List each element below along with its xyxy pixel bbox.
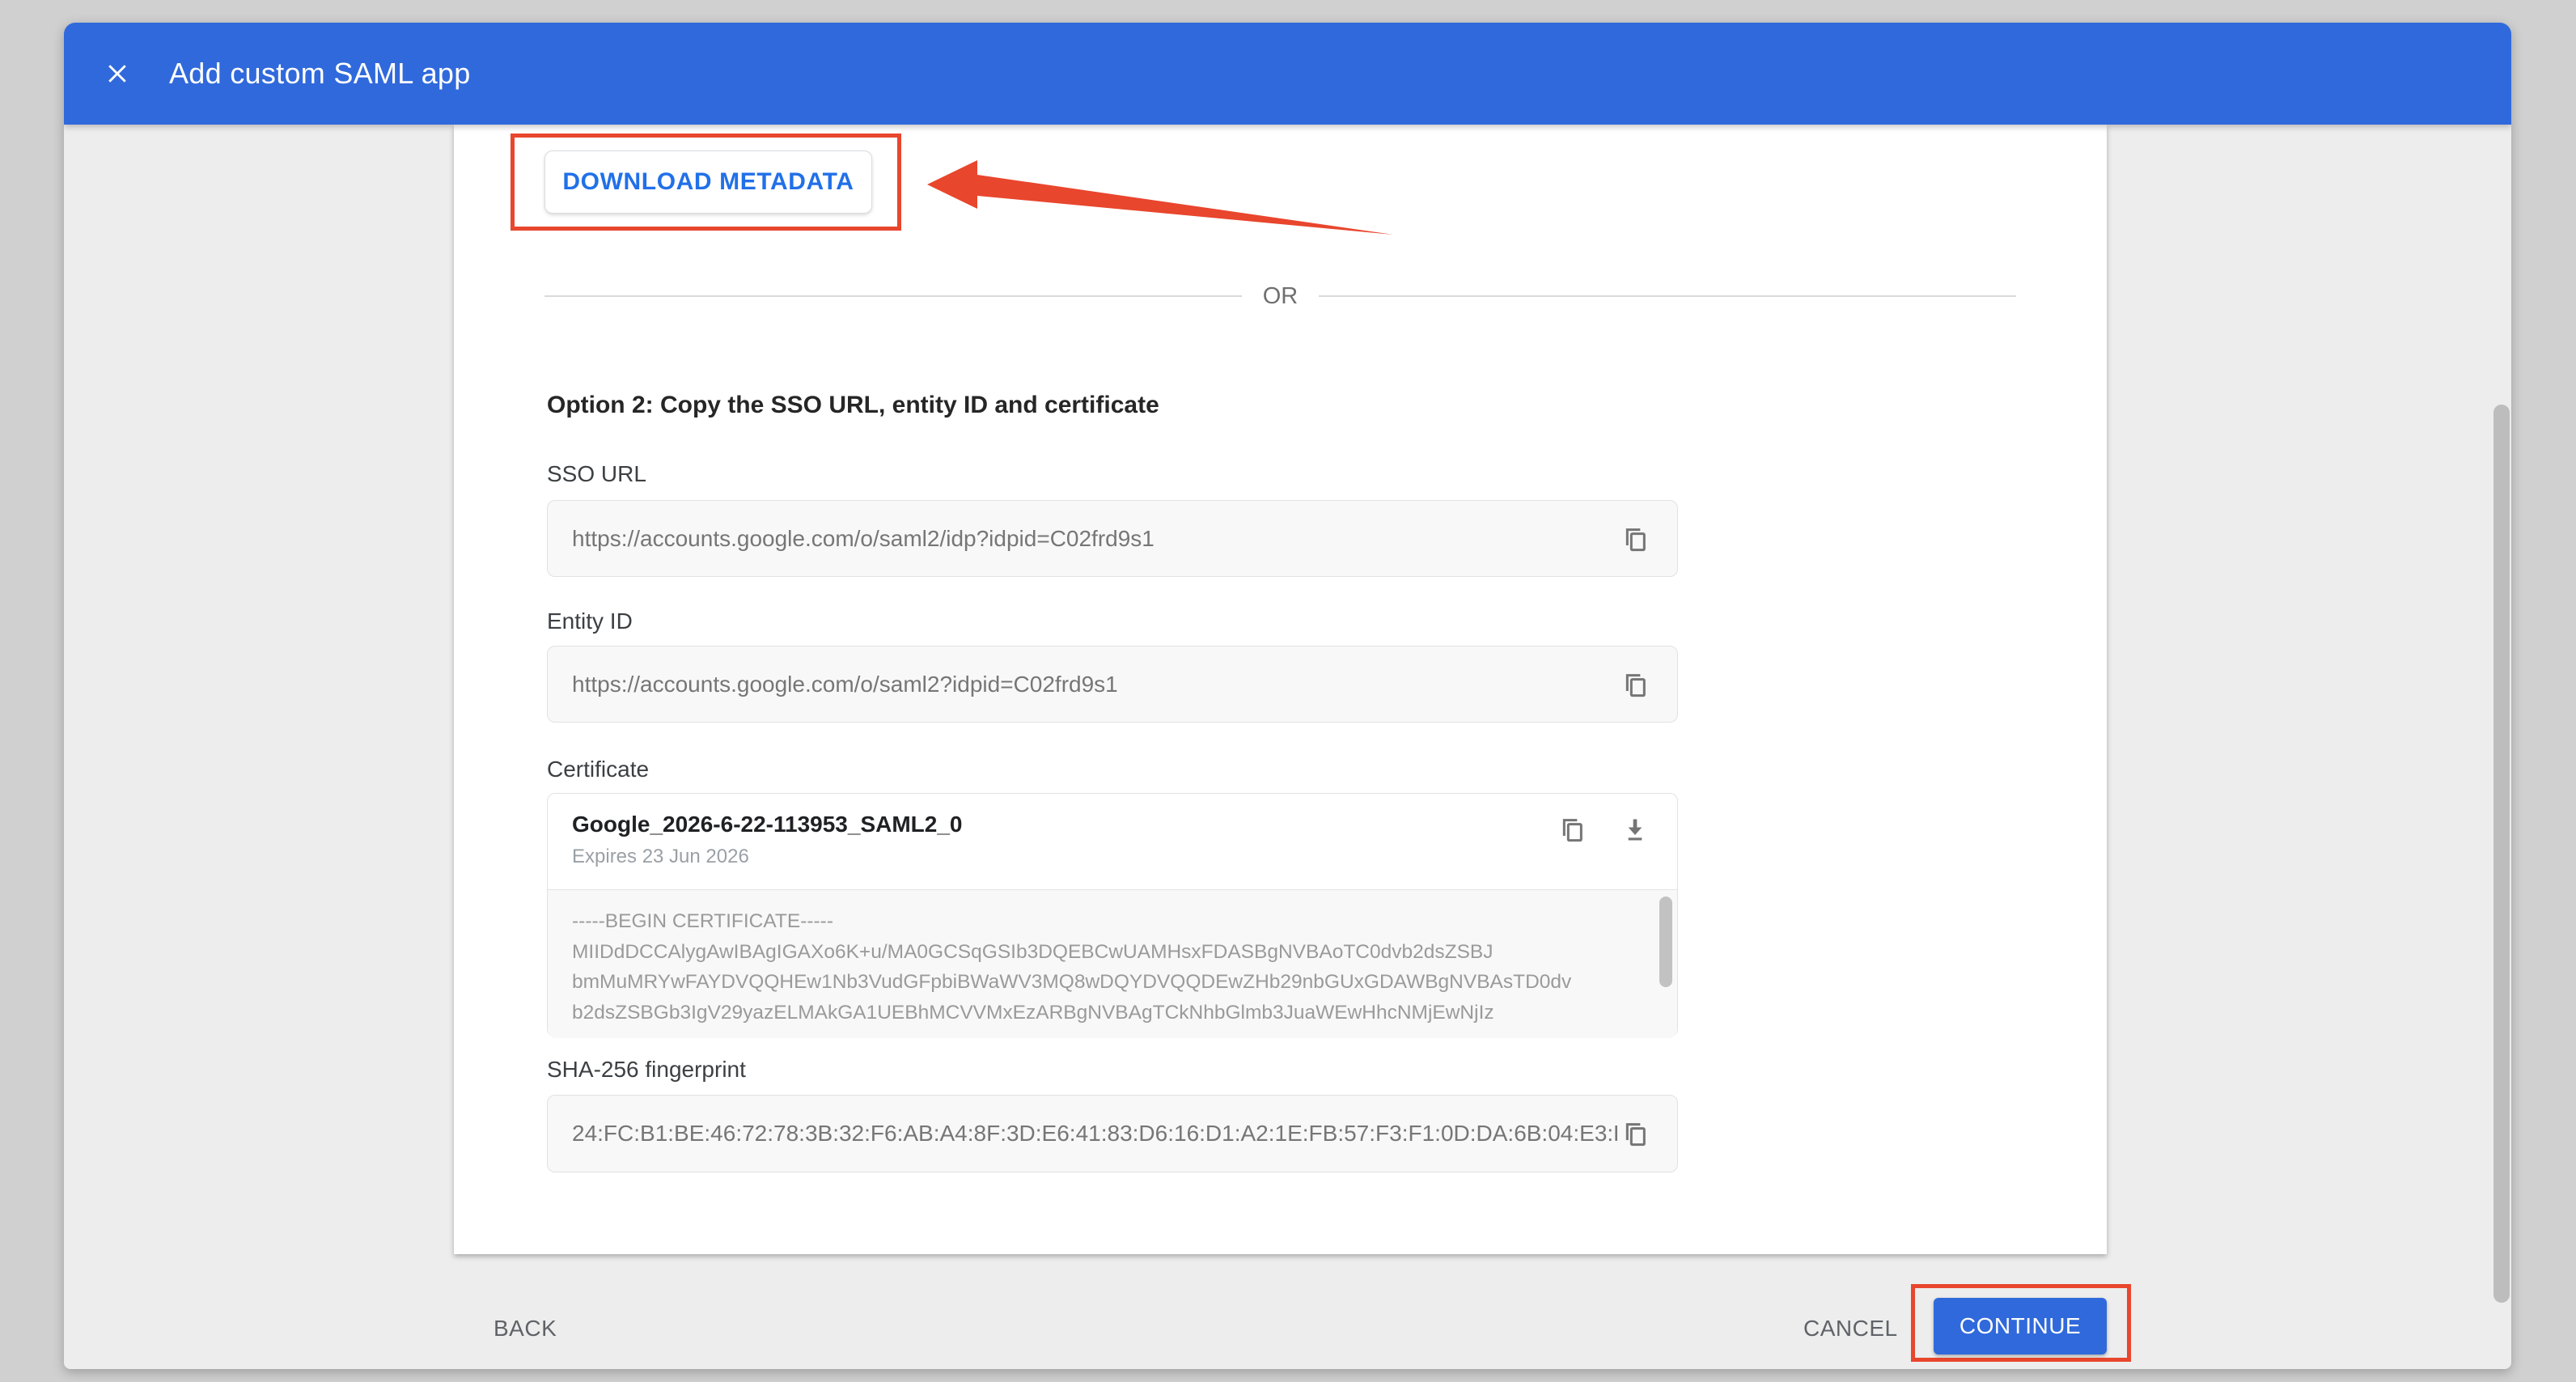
entity-id-copy-button[interactable] [1617, 667, 1653, 702]
sha256-field: 24:FC:B1:BE:46:72:78:3B:32:F6:AB:A4:8F:3… [547, 1095, 1678, 1172]
copy-icon [1619, 1117, 1651, 1150]
dialog-scrollbar[interactable] [2493, 405, 2510, 1303]
divider-line [1319, 295, 2016, 297]
certificate-label: Certificate [547, 757, 649, 782]
certificate-line: -----BEGIN CERTIFICATE----- [572, 906, 1629, 937]
sha256-label: SHA-256 fingerprint [547, 1057, 746, 1083]
content-card: DOWNLOAD METADATA OR Option 2: Copy the … [454, 125, 2107, 1254]
certificate-copy-button[interactable] [1554, 813, 1590, 849]
copy-icon [1619, 523, 1651, 555]
or-label: OR [1242, 283, 1320, 310]
copy-icon [1619, 668, 1651, 701]
option2-heading: Option 2: Copy the SSO URL, entity ID an… [547, 392, 1159, 419]
certificate-expiry: Expires 23 Jun 2026 [572, 846, 963, 868]
certificate-line: b2dsZSBGb3IgV29yazELMAkGA1UEBhMCVVMxEzAR… [572, 998, 1629, 1028]
download-metadata-button[interactable]: DOWNLOAD METADATA [544, 150, 872, 214]
back-button[interactable]: BACK [494, 1312, 557, 1345]
close-button[interactable] [93, 49, 142, 98]
certificate-actions [1554, 812, 1653, 889]
dialog-title: Add custom SAML app [169, 57, 471, 91]
sso-url-value: https://accounts.google.com/o/saml2/idp?… [572, 526, 1155, 552]
sso-url-label: SSO URL [547, 461, 646, 487]
annotation-arrow-icon [891, 157, 1409, 254]
copy-icon [1556, 813, 1588, 846]
continue-button[interactable]: CONTINUE [1934, 1298, 2107, 1354]
sha256-value: 24:FC:B1:BE:46:72:78:3B:32:F6:AB:A4:8F:3… [572, 1121, 1617, 1147]
certificate-titles: Google_2026-6-22-113953_SAML2_0 Expires … [572, 812, 963, 889]
sso-url-copy-button[interactable] [1617, 521, 1653, 557]
sso-url-field: https://accounts.google.com/o/saml2/idp?… [547, 500, 1678, 577]
certificate-card: Google_2026-6-22-113953_SAML2_0 Expires … [547, 793, 1678, 1037]
certificate-line: bmMuMRYwFAYDVQQHEw1Nb3VudGFpbiBWaWV3MQ8w… [572, 967, 1629, 998]
certificate-download-button[interactable] [1617, 813, 1653, 849]
dialog-header: Add custom SAML app [64, 23, 2511, 125]
cancel-button[interactable]: CANCEL [1803, 1312, 1898, 1345]
add-custom-saml-app-dialog: Add custom SAML app DOWNLOAD METADATA OR… [64, 23, 2511, 1369]
certificate-header: Google_2026-6-22-113953_SAML2_0 Expires … [548, 794, 1677, 889]
entity-id-value: https://accounts.google.com/o/saml2?idpi… [572, 672, 1118, 697]
or-divider: OR [544, 280, 2016, 312]
entity-id-field: https://accounts.google.com/o/saml2?idpi… [547, 646, 1678, 723]
screen: Add custom SAML app DOWNLOAD METADATA OR… [0, 0, 2576, 1382]
certificate-name: Google_2026-6-22-113953_SAML2_0 [572, 812, 963, 837]
sha256-copy-button[interactable] [1617, 1116, 1653, 1151]
certificate-line: MIIDdDCCAlygAwIBAgIGAXo6K+u/MA0GCSqGSIb3… [572, 937, 1629, 968]
download-icon [1619, 813, 1651, 846]
certificate-body[interactable]: -----BEGIN CERTIFICATE----- MIIDdDCCAlyg… [548, 889, 1677, 1038]
certificate-scrollbar[interactable] [1659, 897, 1672, 987]
close-icon [103, 59, 132, 88]
entity-id-label: Entity ID [547, 608, 633, 634]
divider-line [544, 295, 1242, 297]
